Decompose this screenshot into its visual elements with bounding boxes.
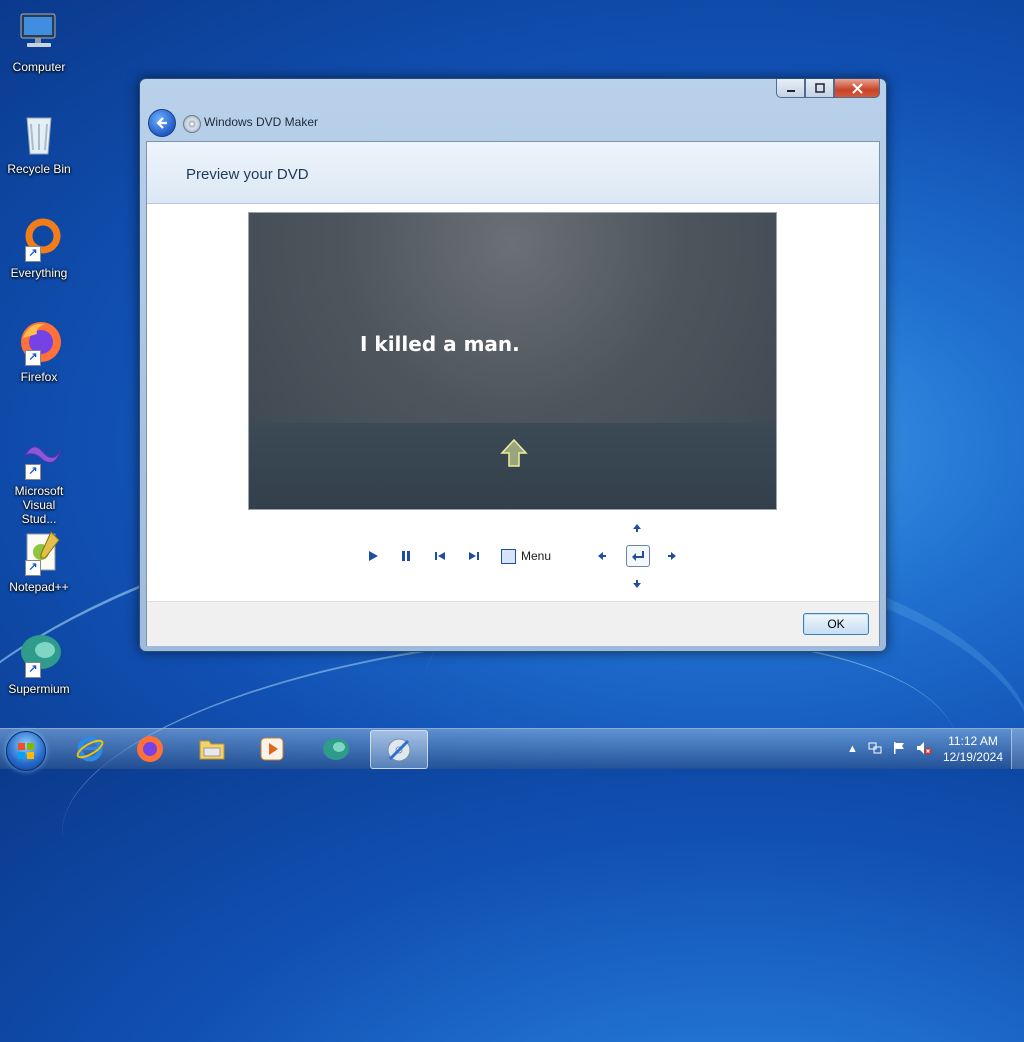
dvd-preview-screen: I killed a man. [248,212,777,510]
maximize-icon [814,83,825,93]
playback-controls: Menu [147,518,879,598]
desktop-icon-recycle-bin[interactable]: Recycle Bin [4,110,74,176]
windows-logo-icon [18,743,34,759]
dvd-maker-app-icon [183,115,201,133]
maximize-button[interactable] [805,79,834,98]
ok-button[interactable]: OK [803,613,869,635]
clock-date: 12/19/2024 [942,750,1003,764]
preview-caption: I killed a man. [360,332,520,356]
media-player-icon [260,737,284,760]
nav-left-button[interactable] [595,549,609,563]
supermium-icon [323,737,349,760]
arrow-up-icon [633,524,641,532]
arrow-left-icon [598,552,606,560]
start-button[interactable] [6,731,46,771]
desktop-icon-label: Computer [12,60,66,74]
close-button[interactable] [834,79,880,98]
clock-time: 11:12 AM [948,734,998,748]
arrow-right-icon [668,552,676,560]
shortcut-arrow-icon: ↗ [25,560,41,576]
desktop-icon-label: Notepad++ [9,580,69,594]
network-icon[interactable] [868,741,882,758]
desktop-icon-label: Supermium [8,682,70,696]
menu-icon [501,548,516,564]
show-desktop-button[interactable] [1011,729,1024,769]
clock[interactable]: 11:12 AM 12/19/2024 [943,733,1003,765]
play-icon [369,551,378,561]
menu-button-label: Menu [521,549,552,563]
page-title: Preview your DVD [186,166,309,183]
window-title: Windows DVD Maker [204,115,319,129]
arrow-down-icon [633,580,641,588]
back-button[interactable] [148,109,176,137]
desktop-icon-label: Microsoft Visual Stud... [14,484,64,526]
dvd-maker-window: Windows DVD Maker Preview your DVD I kil… [139,78,887,652]
window-controls [776,79,880,98]
visual-studio-icon: ↗ [15,432,63,480]
firefox-icon [137,735,163,762]
desktop-icon-firefox[interactable]: ↗ Firefox [4,318,74,384]
enter-icon [632,551,644,561]
minimize-button[interactable] [776,79,805,98]
window-content: Preview your DVD I killed a man. Menu OK [146,141,880,646]
desktop-icon-label: Firefox [20,370,58,384]
taskbar: ▲ 11:12 AM 12/19/2024 [0,728,1024,771]
skip-forward-icon [469,552,479,560]
previous-chapter-button[interactable] [432,548,448,564]
nav-down-button[interactable] [630,577,644,591]
notepad-plus-plus-icon: ↗ [15,528,63,576]
desktop-icon-supermium[interactable]: ↗ Supermium [4,630,74,696]
internet-explorer-icon [76,736,104,761]
desktop-icon-visual-studio[interactable]: ↗ Microsoft Visual Stud... [4,432,74,526]
skip-back-icon [435,552,445,560]
taskbar-media-player[interactable] [244,730,300,767]
taskbar-file-explorer[interactable] [184,730,240,767]
menu-button[interactable]: Menu [501,547,551,565]
nav-select-button[interactable] [626,545,650,567]
recycle-bin-icon [15,110,63,158]
computer-icon [15,8,63,56]
folder-icon [199,740,225,759]
shortcut-arrow-icon: ↗ [25,246,41,262]
play-button[interactable] [365,548,381,564]
back-arrow-icon [156,117,167,129]
window-footer: OK [147,601,879,646]
desktop-icon-notepad-plus-plus[interactable]: ↗ Notepad++ [4,528,74,594]
nav-right-button[interactable] [665,549,679,563]
next-chapter-button[interactable] [466,548,482,564]
system-tray: ▲ 11:12 AM 12/19/2024 [842,729,1024,769]
firefox-icon: ↗ [15,318,63,366]
shortcut-arrow-icon: ↗ [25,464,41,480]
pause-icon [402,551,410,561]
up-arrow-cursor-icon [499,438,529,468]
desktop-icon-everything[interactable]: ↗ Everything [4,214,74,280]
show-hidden-icons-button[interactable]: ▲ [847,743,858,755]
nav-up-button[interactable] [630,521,644,535]
pause-button[interactable] [398,548,414,564]
shortcut-arrow-icon: ↗ [25,350,41,366]
taskbar-supermium[interactable] [308,730,364,767]
desktop-icon-label: Recycle Bin [7,162,71,176]
minimize-icon [786,90,795,92]
everything-icon: ↗ [15,214,63,262]
action-center-flag-icon[interactable] [892,741,906,758]
shortcut-arrow-icon: ↗ [25,662,41,678]
page-header: Preview your DVD [147,142,879,204]
desktop-icon-label: Everything [10,266,68,280]
desktop-icon-computer[interactable]: Computer [4,8,74,74]
close-icon [851,82,863,94]
supermium-icon: ↗ [15,630,63,678]
volume-muted-icon[interactable] [916,741,932,758]
taskbar-firefox[interactable] [122,730,178,767]
taskbar-dvd-maker[interactable] [370,730,428,769]
taskbar-internet-explorer[interactable] [62,730,118,767]
dvd-maker-icon [387,738,411,761]
